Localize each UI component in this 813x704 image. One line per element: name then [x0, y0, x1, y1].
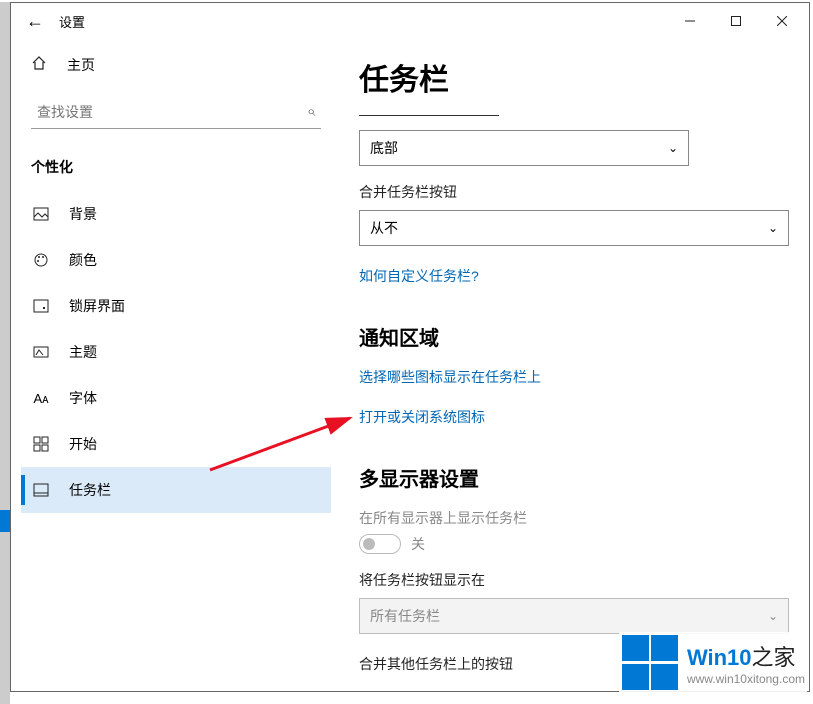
system-icons-link[interactable]: 打开或关闭系统图标 — [359, 407, 485, 427]
nav-label: 颜色 — [69, 250, 97, 270]
combo-value: 所有任务栏 — [370, 606, 440, 626]
left-edge-highlight — [0, 510, 10, 532]
sidebar-item-themes[interactable]: 主题 — [21, 329, 331, 375]
left-edge-strip — [0, 2, 10, 704]
settings-window: ← 设置 主页 ⌕ 个性化 背景 颜色 — [10, 2, 810, 692]
chevron-down-icon: ⌄ — [768, 609, 778, 623]
close-button[interactable] — [759, 5, 805, 37]
content-area: 主页 ⌕ 个性化 背景 颜色 锁屏界面 主题 — [11, 39, 809, 691]
multi-display-title: 多显示器设置 — [359, 463, 781, 492]
combine-buttons-select[interactable]: 从不 ⌄ — [359, 210, 789, 246]
back-button[interactable]: ← — [15, 11, 55, 32]
sidebar-category: 个性化 — [21, 145, 331, 191]
nav-label: 背景 — [69, 204, 97, 224]
watermark: Win10之家 www.win10xitong.com — [619, 632, 807, 694]
picture-icon — [31, 206, 51, 222]
sidebar-home-label: 主页 — [67, 55, 95, 75]
nav-label: 主题 — [69, 342, 97, 362]
start-icon — [31, 436, 51, 452]
titlebar: ← 设置 — [11, 3, 809, 39]
windows-logo-icon — [621, 634, 679, 692]
nav-label: 锁屏界面 — [69, 296, 125, 316]
font-icon: Aᴀ — [31, 391, 51, 406]
taskbar-position-select[interactable]: 底部 ⌄ — [359, 130, 689, 166]
customize-taskbar-link[interactable]: 如何自定义任务栏? — [359, 266, 479, 286]
nav-label: 字体 — [69, 388, 97, 408]
home-icon — [31, 55, 53, 76]
page-title: 任务栏 — [359, 55, 781, 99]
minimize-button[interactable] — [667, 5, 713, 37]
maximize-button[interactable] — [713, 5, 759, 37]
chevron-down-icon: ⌄ — [768, 221, 778, 235]
window-title: 设置 — [59, 12, 85, 31]
sidebar-item-start[interactable]: 开始 — [21, 421, 331, 467]
sidebar-item-fonts[interactable]: Aᴀ 字体 — [21, 375, 331, 421]
search-input[interactable] — [37, 104, 307, 120]
show-buttons-on-select: 所有任务栏 ⌄ — [359, 598, 789, 634]
sidebar: 主页 ⌕ 个性化 背景 颜色 锁屏界面 主题 — [11, 39, 331, 691]
combo-value: 底部 — [370, 138, 398, 158]
watermark-url: www.win10xitong.com — [687, 672, 805, 686]
nav-label: 开始 — [69, 434, 97, 454]
theme-icon — [31, 344, 51, 360]
taskbar-icon — [31, 482, 51, 498]
watermark-brand: Win10之家 — [687, 640, 805, 672]
toggle-knob — [363, 538, 375, 550]
cutoff-divider — [359, 115, 499, 116]
search-icon: ⌕ — [307, 103, 315, 120]
combo-value: 从不 — [370, 218, 398, 238]
palette-icon — [31, 252, 51, 268]
show-on-all-toggle-row: 关 — [359, 534, 781, 554]
show-buttons-on-label: 将任务栏按钮显示在 — [359, 570, 781, 590]
combine-buttons-label: 合并任务栏按钮 — [359, 182, 781, 202]
show-on-all-toggle[interactable] — [359, 534, 401, 554]
toggle-state-text: 关 — [411, 534, 425, 554]
main-panel: 任务栏 底部 ⌄ 合并任务栏按钮 从不 ⌄ 如何自定义任务栏? 通知区域 选择哪… — [331, 39, 809, 691]
chevron-down-icon: ⌄ — [668, 141, 678, 155]
sidebar-item-lockscreen[interactable]: 锁屏界面 — [21, 283, 331, 329]
sidebar-item-background[interactable]: 背景 — [21, 191, 331, 237]
sidebar-item-taskbar[interactable]: 任务栏 — [21, 467, 331, 513]
sidebar-home[interactable]: 主页 — [21, 45, 331, 85]
select-icons-link[interactable]: 选择哪些图标显示在任务栏上 — [359, 367, 541, 387]
lockscreen-icon — [31, 298, 51, 314]
sidebar-item-colors[interactable]: 颜色 — [21, 237, 331, 283]
notification-area-title: 通知区域 — [359, 322, 781, 351]
search-input-container[interactable]: ⌕ — [31, 95, 321, 129]
show-on-all-label: 在所有显示器上显示任务栏 — [359, 508, 781, 528]
nav-label: 任务栏 — [69, 480, 111, 500]
